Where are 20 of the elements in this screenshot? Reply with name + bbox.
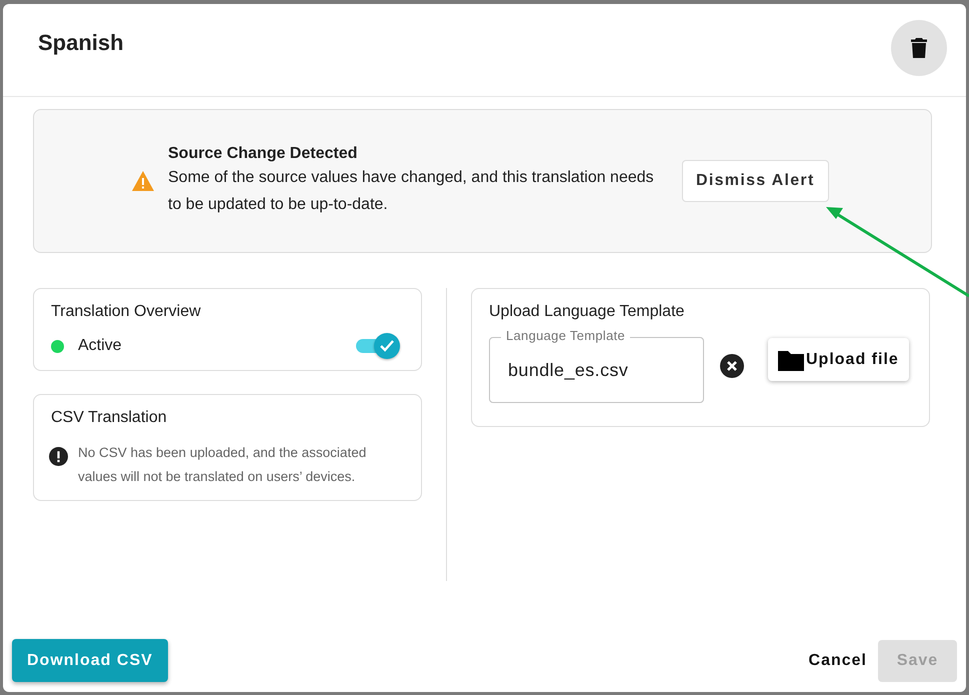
folder-icon (778, 348, 804, 370)
field-label: Language Template (501, 328, 630, 344)
csv-message: No CSV has been uploaded, and the associated values will not be translated on users’ devices. (78, 444, 368, 486)
card-title: Upload Language Template (489, 303, 684, 321)
dialog-title: Spanish (38, 30, 124, 56)
cancel-button[interactable]: Cancel (798, 640, 877, 682)
upload-file-button[interactable]: Upload file (768, 338, 909, 381)
warning-icon (132, 171, 154, 191)
dismiss-alert-button[interactable]: Dismiss Alert (682, 160, 829, 202)
clear-icon[interactable] (720, 354, 744, 378)
card-title: Translation Overview (51, 303, 201, 321)
check-icon (379, 339, 395, 353)
status-label: Active (78, 337, 122, 355)
active-toggle[interactable] (356, 333, 400, 359)
trash-icon (911, 38, 927, 58)
alert-title: Source Change Detected (168, 144, 358, 164)
exclamation-icon (49, 447, 68, 466)
alert-message: Some of the source values have changed, and this translation needs to be updated to be up-to-date. (168, 168, 655, 215)
field-value: bundle_es.csv (508, 360, 628, 380)
card-title: CSV Translation (51, 409, 167, 427)
